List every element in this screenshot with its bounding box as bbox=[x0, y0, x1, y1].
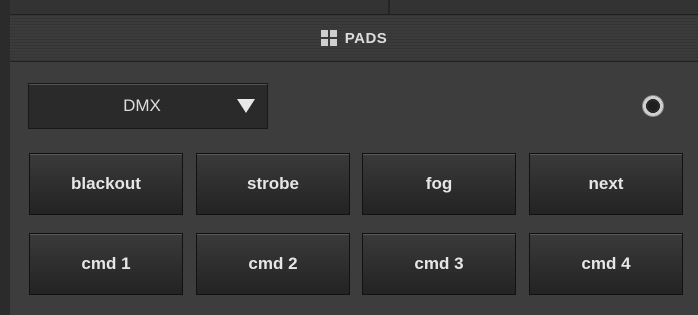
pad-button-4[interactable]: next bbox=[529, 153, 683, 215]
pad-button-5[interactable]: cmd 1 bbox=[29, 233, 183, 295]
top-panel-strip bbox=[10, 0, 698, 15]
pad-button-2[interactable]: strobe bbox=[196, 153, 350, 215]
pad-mode-dropdown[interactable]: DMX bbox=[28, 83, 268, 129]
pad-button-8[interactable]: cmd 4 bbox=[529, 233, 683, 295]
pads-header: PADS bbox=[10, 15, 698, 62]
pads-title: PADS bbox=[344, 29, 388, 47]
pad-button-1[interactable]: blackout bbox=[29, 153, 183, 215]
grid-icon bbox=[320, 30, 337, 46]
pad-button-3[interactable]: fog bbox=[362, 153, 516, 215]
pad-button-6[interactable]: cmd 2 bbox=[196, 233, 350, 295]
led-indicator-icon[interactable] bbox=[642, 95, 664, 117]
top-panel-divider bbox=[388, 0, 390, 14]
dropdown-triangle-icon bbox=[237, 99, 255, 113]
pad-button-7[interactable]: cmd 3 bbox=[362, 233, 516, 295]
pad-mode-value: DMX bbox=[123, 96, 161, 115]
